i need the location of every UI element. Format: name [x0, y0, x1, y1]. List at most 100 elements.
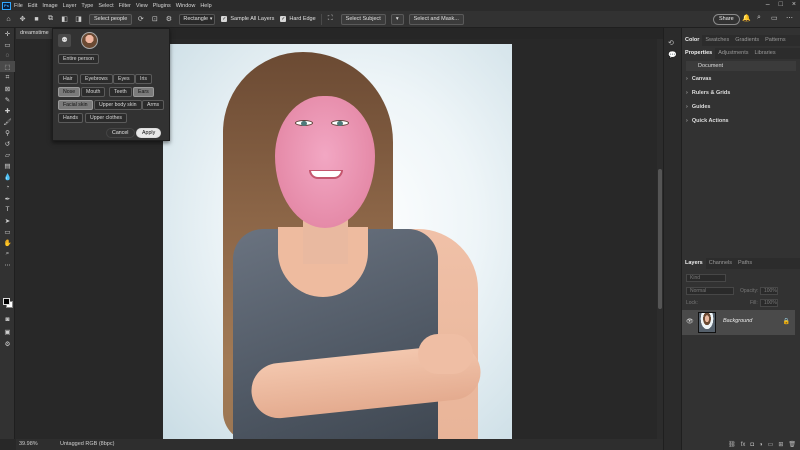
part-eyes[interactable]: Eyes [113, 74, 135, 84]
delete-layer-icon[interactable]: 🗑 [788, 441, 796, 448]
document-tab[interactable]: dreamstime [16, 28, 56, 39]
dodge-tool-icon[interactable]: ◔ [0, 182, 15, 193]
zoom-level[interactable]: 39.98% [19, 439, 38, 450]
new-selection-icon[interactable]: ■ [31, 14, 42, 25]
frame-icon[interactable]: ⊡ [149, 14, 160, 25]
comments-panel-icon[interactable]: 💬 [668, 51, 677, 60]
part-teeth[interactable]: Teeth [109, 87, 132, 97]
gradient-tool-icon[interactable]: ▤ [0, 160, 15, 171]
part-hair[interactable]: Hair [58, 74, 78, 84]
document-image[interactable] [163, 44, 512, 439]
section-quick-actions[interactable]: Quick Actions [686, 118, 729, 124]
part-mouth[interactable]: Mouth [81, 87, 106, 97]
adjustment-layer-icon[interactable]: ◑ [759, 442, 763, 448]
section-rulers-grids[interactable]: Rulers & Grids [686, 90, 731, 96]
fx-icon[interactable]: fx [741, 442, 746, 448]
tab-swatches[interactable]: Swatches [702, 35, 732, 46]
add-mask-icon[interactable]: ◘ [750, 442, 754, 448]
menu-window[interactable]: Window [176, 3, 196, 9]
crop-tool-icon[interactable]: ⌗ [0, 72, 15, 83]
search-icon[interactable]: ⌕ [757, 14, 761, 22]
menu-file[interactable]: File [14, 3, 23, 9]
menu-edit[interactable]: Edit [28, 3, 37, 9]
subtract-selection-icon[interactable]: ◧ [59, 14, 70, 25]
part-ears[interactable]: Ears [133, 87, 154, 97]
select-subject-icon[interactable]: ⛶ [325, 14, 336, 25]
history-brush-tool-icon[interactable]: ↺ [0, 138, 15, 149]
menu-view[interactable]: View [136, 3, 148, 9]
foreground-color-swatch[interactable] [3, 298, 10, 305]
select-people-button[interactable]: Select people [89, 13, 133, 25]
new-layer-icon[interactable]: ⊞ [778, 441, 783, 448]
person-icon[interactable]: ⚉ [58, 34, 71, 47]
minimize-icon[interactable]: – [766, 1, 770, 8]
frame-tool-icon[interactable]: ⊠ [0, 83, 15, 94]
select-and-mask-button[interactable]: Select and Mask... [408, 13, 464, 25]
type-tool-icon[interactable]: T [0, 204, 15, 215]
part-facial-skin[interactable]: Facial skin [58, 100, 93, 110]
tab-paths[interactable]: Paths [735, 258, 755, 269]
hand-tool-icon[interactable]: ✋ [0, 237, 15, 248]
brush-tool-icon[interactable]: 🖌 [0, 116, 15, 127]
part-iris[interactable]: Iris [135, 74, 152, 84]
pen-tool-icon[interactable]: ✒ [0, 193, 15, 204]
tab-color[interactable]: Color [682, 35, 703, 46]
visibility-eye-icon[interactable]: 👁 [686, 318, 694, 325]
apply-button[interactable]: Apply [136, 128, 162, 138]
hard-edge-checkbox[interactable]: ✓ Hard Edge [280, 16, 316, 22]
tab-patterns[interactable]: Patterns [762, 35, 788, 46]
layer-row[interactable]: 👁 Background 🔒 [682, 310, 795, 335]
tab-adjustments[interactable]: Adjustments [715, 48, 751, 59]
tab-gradients[interactable]: Gradients [732, 35, 762, 46]
close-icon[interactable]: × [792, 1, 796, 8]
blend-mode-dropdown[interactable]: Normal [686, 287, 734, 295]
artboard-tool-icon[interactable]: ▭ [0, 39, 15, 50]
add-selection-icon[interactable]: ⧉ [45, 14, 56, 25]
blur-tool-icon[interactable]: 💧 [0, 171, 15, 182]
menu-help[interactable]: Help [200, 3, 211, 9]
screen-mode-icon[interactable]: ▣ [0, 326, 15, 337]
eraser-tool-icon[interactable]: ▱ [0, 149, 15, 160]
home-icon[interactable]: ⌂ [3, 14, 14, 25]
menu-select[interactable]: Select [98, 3, 113, 9]
tab-layers[interactable]: Layers [682, 258, 706, 269]
part-nose[interactable]: Nose [58, 87, 81, 97]
refresh-icon[interactable]: ⟳ [135, 14, 146, 25]
part-upper-clothes[interactable]: Upper clothes [85, 113, 128, 123]
part-upper-body-skin[interactable]: Upper body skin [94, 100, 142, 110]
path-selection-tool-icon[interactable]: ➤ [0, 215, 15, 226]
rectangle-tool-icon[interactable]: ▭ [0, 226, 15, 237]
cancel-button[interactable]: Cancel [106, 128, 135, 138]
history-panel-icon[interactable]: ⟲ [668, 39, 677, 48]
tab-properties[interactable]: Properties [682, 48, 716, 59]
part-arms[interactable]: Arms [142, 100, 165, 110]
tool-preset-icon[interactable]: ✥ [17, 14, 28, 25]
quick-mask-icon[interactable]: ◙ [0, 314, 15, 325]
part-eyebrows[interactable]: Eyebrows [80, 74, 113, 84]
mode-dropdown[interactable]: Rectangle [179, 13, 216, 25]
eyedropper-tool-icon[interactable]: ✎ [0, 94, 15, 105]
sample-all-layers-checkbox[interactable]: ✓ Sample All Layers [221, 16, 274, 22]
edit-toolbar-icon[interactable]: ⚙ [0, 338, 15, 349]
select-subject-dropdown[interactable]: ▾ [390, 13, 404, 25]
select-subject-button[interactable]: Select Subject [340, 13, 386, 25]
settings-icon[interactable]: ⚙ [163, 14, 174, 25]
maximize-icon[interactable]: □ [779, 1, 783, 8]
object-selection-tool-icon[interactable]: ⬚ [0, 61, 15, 72]
layer-filter-kind[interactable]: Kind [686, 274, 726, 282]
zoom-tool-icon[interactable]: ⌕ [0, 248, 15, 259]
tab-libraries[interactable]: Libraries [751, 48, 778, 59]
scroll-thumb[interactable] [658, 169, 662, 309]
workspace-icon[interactable]: ▭ [771, 14, 778, 22]
more-tools-icon[interactable]: ⋯ [0, 259, 15, 270]
fill-field[interactable]: 100% [760, 299, 778, 307]
lasso-tool-icon[interactable]: ◌ [0, 50, 15, 61]
section-canvas[interactable]: Canvas [686, 76, 712, 82]
tab-channels[interactable]: Channels [706, 258, 735, 269]
section-guides[interactable]: Guides [686, 104, 711, 110]
document-info[interactable]: Untagged RGB (8bpc) [60, 439, 114, 450]
menu-type[interactable]: Type [81, 3, 93, 9]
entire-person-button[interactable]: Entire person [58, 54, 99, 64]
notifications-icon[interactable]: 🔔 [742, 14, 751, 22]
new-group-icon[interactable]: ▭ [768, 441, 774, 448]
